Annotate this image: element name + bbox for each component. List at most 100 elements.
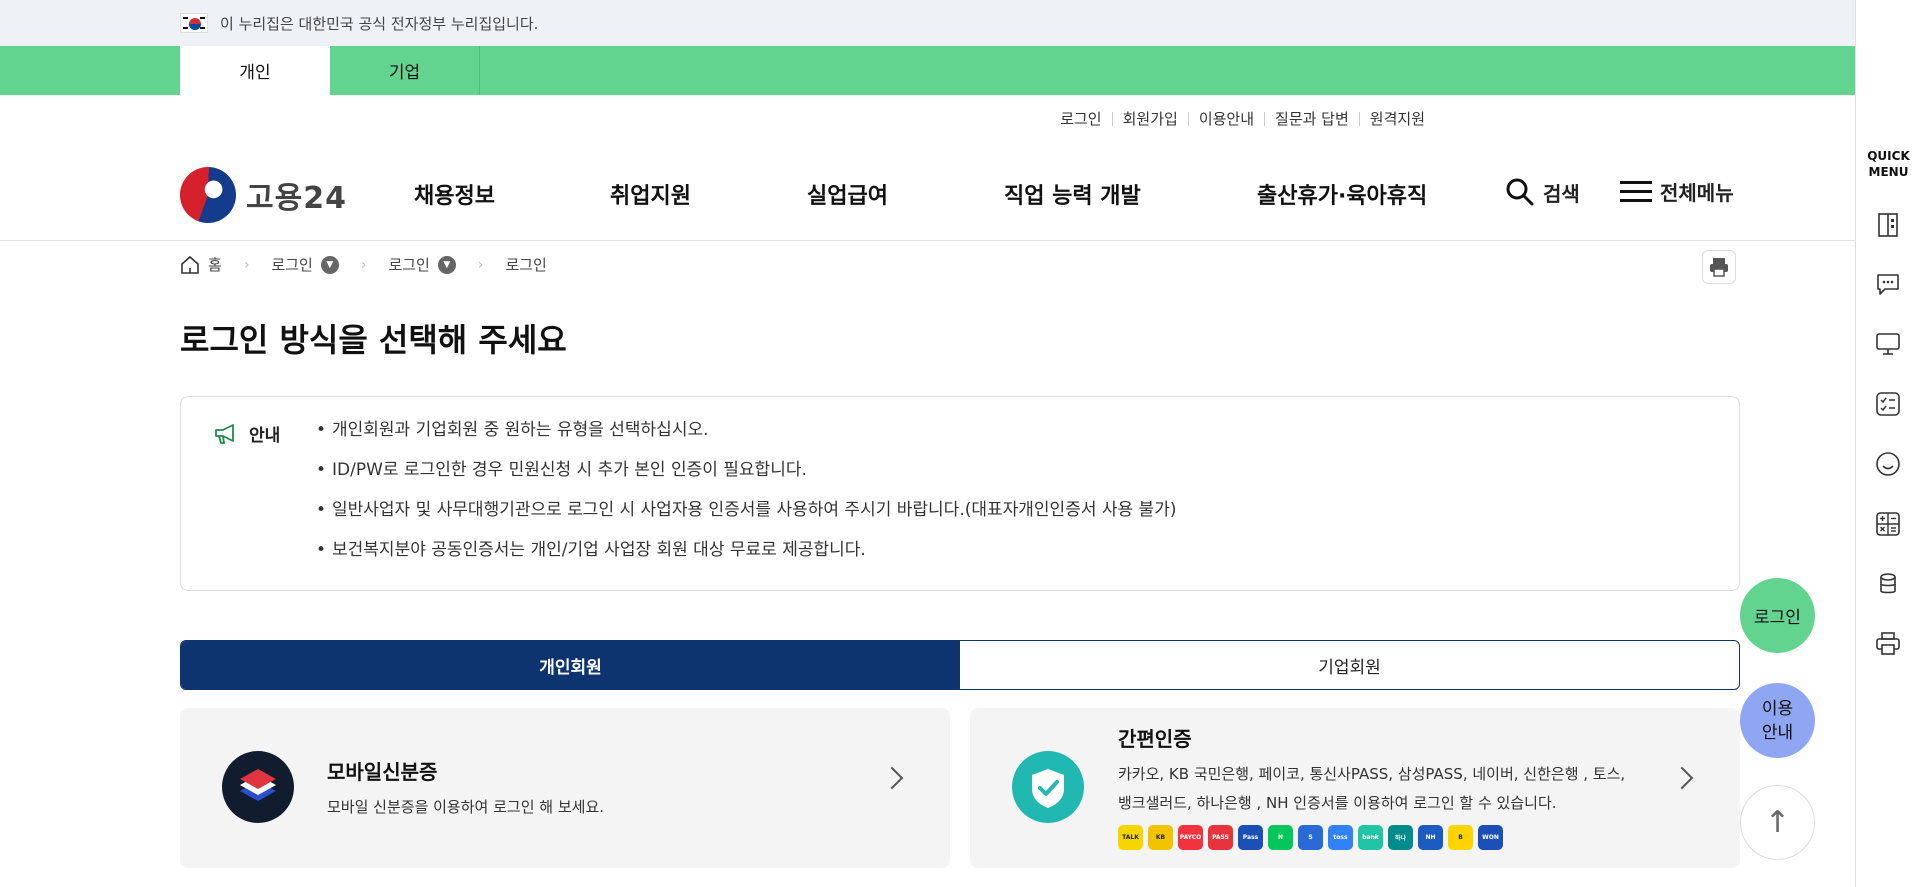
auth-provider-badge: toss [1328,825,1353,850]
arrow-up-icon: ↑ [1764,805,1791,840]
notice-item: 일반사업자 및 사무대행기관으로 로그인 시 사업자용 인증서를 사용하여 주시… [316,499,1176,539]
auth-provider-badge: PASS [1208,825,1233,850]
nav-parental-leave[interactable]: 출산휴가·육아휴직 [1257,178,1427,210]
gov-banner-text: 이 누리집은 대한민국 공식 전자정부 누리집입니다. [220,14,539,33]
megaphone-icon [215,423,234,444]
auth-provider-badge: 하나 [1388,825,1413,850]
card-description: 모바일 신분증을 이용하여 로그인 해 보세요. [327,798,605,816]
auth-provider-badge: TALK [1118,825,1143,850]
auth-provider-badge: bank [1358,825,1383,850]
tab-personal[interactable]: 개인 [180,46,330,95]
breadcrumb-current: 로그인 [505,254,546,275]
notice-label: 안내 [213,421,280,446]
calculator-icon[interactable] [1875,511,1901,537]
breadcrumb-level2[interactable]: 로그인 ▼ [388,254,456,275]
search-icon [1506,178,1534,206]
utility-links: 로그인 회원가입 이용안내 질문과 답변 원격지원 [1050,108,1425,129]
nav-employment-support[interactable]: 취업지원 [610,178,691,210]
auth-provider-badge: PAYCO [1178,825,1203,850]
smile-icon[interactable] [1875,451,1901,477]
breadcrumb-level1[interactable]: 로그인 ▼ [271,254,339,275]
chevron-right-icon: › [243,256,250,273]
login-link[interactable]: 로그인 [1050,108,1111,129]
chat-icon[interactable] [1875,271,1901,297]
chevron-right-icon: › [477,256,484,273]
all-menu-label: 전체메뉴 [1660,181,1734,205]
notice-list: 개인회원과 기업회원 중 원하는 유형을 선택하십시오. ID/PW로 로그인한… [316,419,1176,579]
auth-provider-badge: S [1298,825,1323,850]
notice-item: 보건복지분야 공동인증서는 개인/기업 사업장 회원 대상 무료로 제공합니다. [316,539,1176,579]
breadcrumb: 홈 › 로그인 ▼ › 로그인 ▼ › 로그인 [180,254,547,275]
floating-login-button[interactable]: 로그인 [1740,578,1815,653]
shield-check-icon [1012,751,1084,823]
scroll-top-button[interactable]: ↑ [1740,785,1815,860]
dropdown-icon[interactable]: ▼ [437,255,456,274]
qna-link[interactable]: 질문과 답변 [1265,108,1359,129]
auth-provider-badge: WON [1478,825,1503,850]
all-menu-button[interactable]: 전체메뉴 [1620,177,1734,206]
card-description-line2: 뱅크샐러드, 하나은행 , NH 인증서를 이용하여 로그인 할 수 있습니다. [1118,794,1557,812]
dropdown-icon[interactable]: ▼ [320,255,339,274]
remote-support-link[interactable]: 원격지원 [1360,108,1425,129]
quick-menu: QUICK MENU [1855,0,1920,887]
tab-business[interactable]: 기업 [330,46,480,95]
quick-menu-title-line2: MENU [1868,165,1909,179]
chevron-right-icon [880,766,904,790]
building-icon[interactable] [1875,212,1901,238]
member-type-tabs: 개인회원 기업회원 [180,640,1740,690]
guide-link[interactable]: 이용안내 [1189,108,1264,129]
breadcrumb-label: 로그인 [388,256,430,274]
checklist-icon[interactable] [1875,391,1901,417]
hamburger-icon [1620,180,1652,202]
breadcrumb-home-label: 홈 [208,256,222,274]
search-button[interactable]: 검색 [1505,177,1580,207]
logo-text: 고용24 [246,181,347,216]
guide-label-line2: 안내 [1761,722,1794,743]
signup-link[interactable]: 회원가입 [1113,108,1188,129]
print-button[interactable] [1702,250,1736,284]
breadcrumb-label: 로그인 [505,256,547,274]
audience-tabs: 개인 기업 [0,46,1855,95]
auth-provider-badge: B [1448,825,1473,850]
auth-provider-badge: Pass [1238,825,1263,850]
mobile-id-login-card[interactable]: 모바일신분증 모바일 신분증을 이용하여 로그인 해 보세요. [180,708,950,868]
auth-provider-badge: N [1268,825,1293,850]
guide-label-line1: 이용 [1761,698,1794,719]
breadcrumb-home[interactable]: 홈 [180,254,222,275]
printer-icon[interactable] [1875,631,1901,657]
nav-skills-development[interactable]: 직업 능력 개발 [1004,178,1141,210]
search-label: 검색 [1543,181,1580,206]
notice-item: ID/PW로 로그인한 경우 민원신청 시 추가 본인 인증이 필요합니다. [316,459,1176,499]
home-icon [181,255,199,274]
card-title: 간편인증 [1118,727,1192,751]
mobile-id-icon [222,751,294,823]
breadcrumb-label: 로그인 [271,256,313,274]
auth-provider-badges: TALK KB PAYCO PASS Pass N Stoss bank 하나 NH B WON [1118,825,1503,850]
monitor-icon[interactable] [1875,331,1901,357]
site-logo[interactable]: 고용24 [180,167,347,223]
notice-item: 개인회원과 기업회원 중 원하는 유형을 선택하십시오. [316,419,1176,459]
tab-business-member[interactable]: 기업회원 [960,641,1739,689]
korea-flag-icon [180,13,208,33]
nav-jobs[interactable]: 채용정보 [414,178,495,210]
simple-auth-login-card[interactable]: 간편인증 카카오, KB 국민은행, 페이코, 통신사PASS, 삼성PASS,… [970,708,1740,868]
chevron-right-icon: › [360,256,367,273]
page-title: 로그인 방식을 선택해 주세요 [180,321,567,359]
notice-box: 안내 개인회원과 기업회원 중 원하는 유형을 선택하십시오. ID/PW로 로… [180,396,1740,591]
logo-mark-icon [180,167,236,223]
tab-individual-member[interactable]: 개인회원 [181,641,960,689]
auth-provider-badge: KB [1148,825,1173,850]
floating-guide-button[interactable]: 이용 안내 [1740,683,1815,758]
quick-menu-title: QUICK MENU [1856,148,1920,180]
chevron-right-icon [1670,766,1694,790]
notice-label-text: 안내 [249,426,281,446]
coins-icon[interactable] [1875,571,1901,597]
auth-provider-badge: NH [1418,825,1443,850]
printer-icon [1710,258,1728,277]
nav-unemployment-benefit[interactable]: 실업급여 [807,178,888,210]
quick-menu-title-line1: QUICK [1867,149,1910,163]
card-description-line1: 카카오, KB 국민은행, 페이코, 통신사PASS, 삼성PASS, 네이버,… [1118,765,1626,783]
gov-banner: 이 누리집은 대한민국 공식 전자정부 누리집입니다. [0,0,1855,46]
site-header: 고용24 채용정보 취업지원 실업급여 직업 능력 개발 출산휴가·육아휴직 검… [0,145,1855,241]
card-title: 모바일신분증 [327,760,438,784]
